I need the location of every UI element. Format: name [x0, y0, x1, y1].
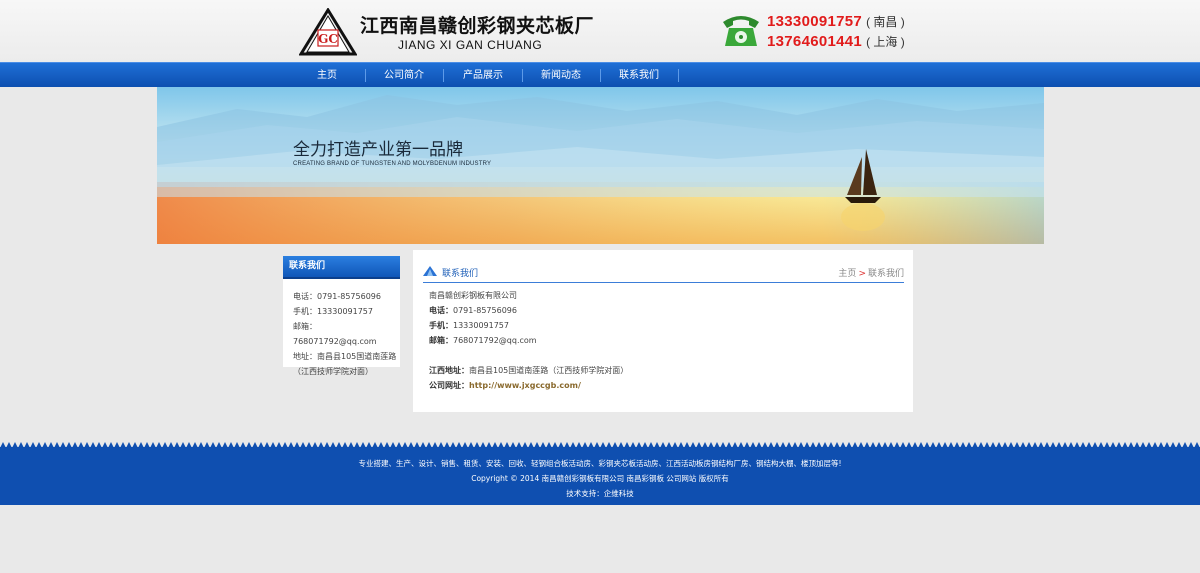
contact-email: 邮箱：768071792@qq.com — [429, 333, 628, 348]
company-name-cn: 江西南昌赣创彩钢夹芯板厂 — [360, 15, 595, 37]
main-content: 联系我们 主页 > 联系我们 南昌赣创彩钢板有限公司 电话：0791-8575609… — [413, 250, 913, 412]
main-nav: 主页 公司简介 产品展示 新闻动态 联系我们 — [0, 62, 1200, 87]
footer-tech-support[interactable]: 技术支持：企维科技 — [0, 488, 1200, 499]
mountain-icon — [423, 266, 437, 276]
contact-details: 南昌赣创彩钢板有限公司 电话：0791-85756096 手机：13330091… — [429, 288, 628, 393]
sidebar-line-mobile: 手机：13330091757 — [293, 307, 373, 316]
sidebar-line-email: 邮箱：768071792@qq.com — [293, 322, 377, 346]
sidebar-title: 联系我们 — [283, 256, 400, 277]
tel-value: 0791-85756096 — [453, 306, 517, 315]
banner-title: 全力打造产业第一品牌 — [293, 140, 463, 160]
phone-nanchang: 13330091757( 南昌 ) — [767, 13, 905, 31]
phone-city: ( 上海 ) — [866, 35, 905, 49]
content-title: 联系我们 — [442, 269, 479, 279]
contact-address: 江西地址：南昌县105国道南莲路（江西技师学院对面） — [429, 363, 628, 378]
address-label: 江西地址： — [429, 366, 469, 375]
company-name-en: JIANG XI GAN CHUANG — [398, 38, 543, 52]
mobile-value: 13330091757 — [453, 321, 509, 330]
nav-separator — [678, 69, 679, 82]
email-value: 768071792@qq.com — [453, 336, 537, 345]
logo-letters: GC — [318, 32, 338, 46]
hero-banner: 全力打造产业第一品牌 CREATING BRAND OF TUNGSTEN AN… — [157, 87, 1044, 244]
footer-services: 专业搭建、生产、设计、销售、租赁、安装、回收、轻钢组合板活动房、彩钢夹芯板活动房… — [358, 459, 842, 468]
breadcrumb: 主页 > 联系我们 — [838, 266, 904, 279]
contact-tel: 电话：0791-85756096 — [429, 303, 628, 318]
mobile-label: 手机： — [429, 321, 453, 330]
address-value: 南昌县105国道南莲路（江西技师学院对面） — [469, 366, 629, 375]
nav-item-about[interactable]: 公司简介 — [372, 63, 436, 88]
nav-item-contact[interactable]: 联系我们 — [607, 63, 671, 88]
phone-city: ( 南昌 ) — [866, 15, 905, 29]
phone-shanghai: 13764601441( 上海 ) — [767, 33, 905, 51]
site-footer: 专业搭建、生产、设计、销售、租赁、安装、回收、轻钢组合板活动房、彩钢夹芯板活动房… — [0, 447, 1200, 505]
contact-website: 公司网址：http://www.jxgccgb.com/ — [429, 378, 628, 393]
sidebar-line-tel: 电话：0791-85756096 — [293, 292, 381, 301]
nav-separator — [443, 69, 444, 82]
company-logo[interactable]: GC — [299, 8, 357, 56]
sidebar-line-address-note: （江西技师学院对面） — [293, 367, 373, 376]
telephone-icon — [723, 16, 759, 46]
nav-separator — [365, 69, 366, 82]
phone-number: 13330091757 — [767, 13, 863, 30]
phone-number: 13764601441 — [767, 33, 863, 50]
breadcrumb-current: 联系我们 — [867, 269, 904, 279]
breadcrumb-arrow-icon: > — [858, 269, 866, 279]
nav-item-home[interactable]: 主页 — [296, 63, 358, 88]
nav-separator — [522, 69, 523, 82]
site-header: GC 江西南昌赣创彩钢夹芯板厂 JIANG XI GAN CHUANG 1333… — [0, 0, 1200, 62]
sidebar-contact: 联系我们 电话：0791-85756096 手机：13330091757 邮箱：… — [283, 256, 400, 376]
sidebar-contact-list: 电话：0791-85756096 手机：13330091757 邮箱：76807… — [283, 279, 400, 379]
content-header: 联系我们 主页 > 联系我们 — [423, 263, 904, 283]
banner-subtitle: CREATING BRAND OF TUNGSTEN AND MOLYBDENU… — [293, 161, 492, 167]
website-label: 公司网址： — [429, 381, 469, 390]
nav-item-products[interactable]: 产品展示 — [451, 63, 515, 88]
nav-item-news[interactable]: 新闻动态 — [529, 63, 593, 88]
website-link[interactable]: http://www.jxgccgb.com/ — [469, 381, 581, 390]
breadcrumb-home[interactable]: 主页 — [838, 269, 856, 279]
tel-label: 电话： — [429, 306, 453, 315]
footer-copyright: Copyright © 2014 南昌赣创彩钢板有限公司 南昌彩钢板 公司网站 … — [471, 474, 729, 483]
company-name: 南昌赣创彩钢板有限公司 — [429, 291, 517, 300]
banner-landscape-image — [157, 87, 1044, 244]
nav-separator — [600, 69, 601, 82]
contact-mobile: 手机：13330091757 — [429, 318, 628, 333]
sidebar-line-address: 地址：南昌县105国道南莲路 — [293, 352, 397, 361]
email-label: 邮箱： — [429, 336, 453, 345]
